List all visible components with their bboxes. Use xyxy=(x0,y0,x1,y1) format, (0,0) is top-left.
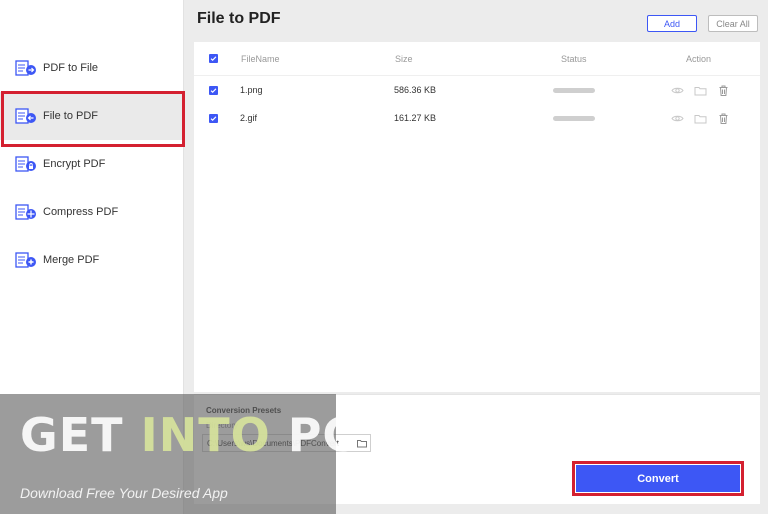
open-folder-icon[interactable] xyxy=(694,84,707,97)
row-actions xyxy=(671,76,740,104)
sidebar-item-file-to-pdf[interactable]: File to PDF xyxy=(0,91,185,147)
pdf-to-file-icon xyxy=(15,59,37,77)
row-checkbox[interactable] xyxy=(209,104,218,132)
merge-pdf-icon xyxy=(15,251,37,269)
table-row: 1.png 586.36 KB xyxy=(194,76,760,104)
directory-path: C:\Users\ws\Documents\PDFConvert xyxy=(207,438,340,448)
row-checkbox[interactable] xyxy=(209,76,218,104)
column-filename[interactable]: FileName xyxy=(241,42,280,75)
column-size[interactable]: Size xyxy=(395,42,413,75)
sidebar-item-compress-pdf[interactable]: Compress PDF xyxy=(0,188,184,236)
checkbox-checked-icon xyxy=(209,113,218,123)
preview-eye-icon[interactable] xyxy=(671,84,684,97)
sidebar-item-pdf-to-file[interactable]: PDF to File xyxy=(0,44,184,92)
preview-eye-icon[interactable] xyxy=(671,112,684,125)
directory-field[interactable]: C:\Users\ws\Documents\PDFConvert xyxy=(202,434,371,452)
sidebar-item-merge-pdf[interactable]: Merge PDF xyxy=(0,236,184,284)
add-button[interactable]: Add xyxy=(647,15,697,32)
compress-pdf-icon xyxy=(15,203,37,221)
file-name: 2.gif xyxy=(240,113,258,123)
sidebar-item-label: PDF to File xyxy=(43,62,99,74)
sidebar-item-label: Encrypt PDF xyxy=(43,158,106,170)
file-size: 161.27 KB xyxy=(394,113,437,123)
page-title: File to PDF xyxy=(197,10,281,27)
encrypt-pdf-icon xyxy=(15,155,37,173)
convert-highlight: Convert xyxy=(572,461,744,496)
status-progress-bar xyxy=(553,76,595,104)
sidebar: PDF to File File to PDF Encrypt PDF Comp… xyxy=(0,0,185,514)
sidebar-item-label: Merge PDF xyxy=(43,254,100,266)
column-action: Action xyxy=(686,53,712,64)
status-progress-bar xyxy=(553,104,595,132)
column-status: Status xyxy=(561,53,587,64)
table-row: 2.gif 161.27 KB xyxy=(194,104,760,132)
directory-label: Directory xyxy=(206,421,239,430)
sidebar-item-label: Compress PDF xyxy=(43,206,119,218)
table-header: FileName Size Status Action xyxy=(194,42,760,76)
presets-title: Conversion Presets xyxy=(206,406,282,415)
sidebar-item-label: File to PDF xyxy=(43,110,99,122)
file-size: 586.36 KB xyxy=(394,85,437,95)
open-folder-icon[interactable] xyxy=(694,112,707,125)
delete-trash-icon[interactable] xyxy=(717,84,730,97)
browse-folder-icon[interactable] xyxy=(357,438,367,448)
file-name: 1.png xyxy=(240,85,263,95)
conversion-presets-area: Conversion Presets Directory C:\Users\ws… xyxy=(194,394,760,504)
row-actions xyxy=(671,104,740,132)
file-to-pdf-icon xyxy=(15,107,37,125)
checkbox-checked-icon xyxy=(209,54,218,63)
convert-button[interactable]: Convert xyxy=(576,465,740,492)
clear-all-button[interactable]: Clear All xyxy=(708,15,758,32)
sidebar-item-encrypt-pdf[interactable]: Encrypt PDF xyxy=(0,140,184,188)
delete-trash-icon[interactable] xyxy=(717,112,730,125)
file-list-panel: FileName Size Status Action 1.png 586.36… xyxy=(194,42,760,392)
checkbox-checked-icon xyxy=(209,85,218,95)
select-all-checkbox[interactable] xyxy=(209,42,218,75)
